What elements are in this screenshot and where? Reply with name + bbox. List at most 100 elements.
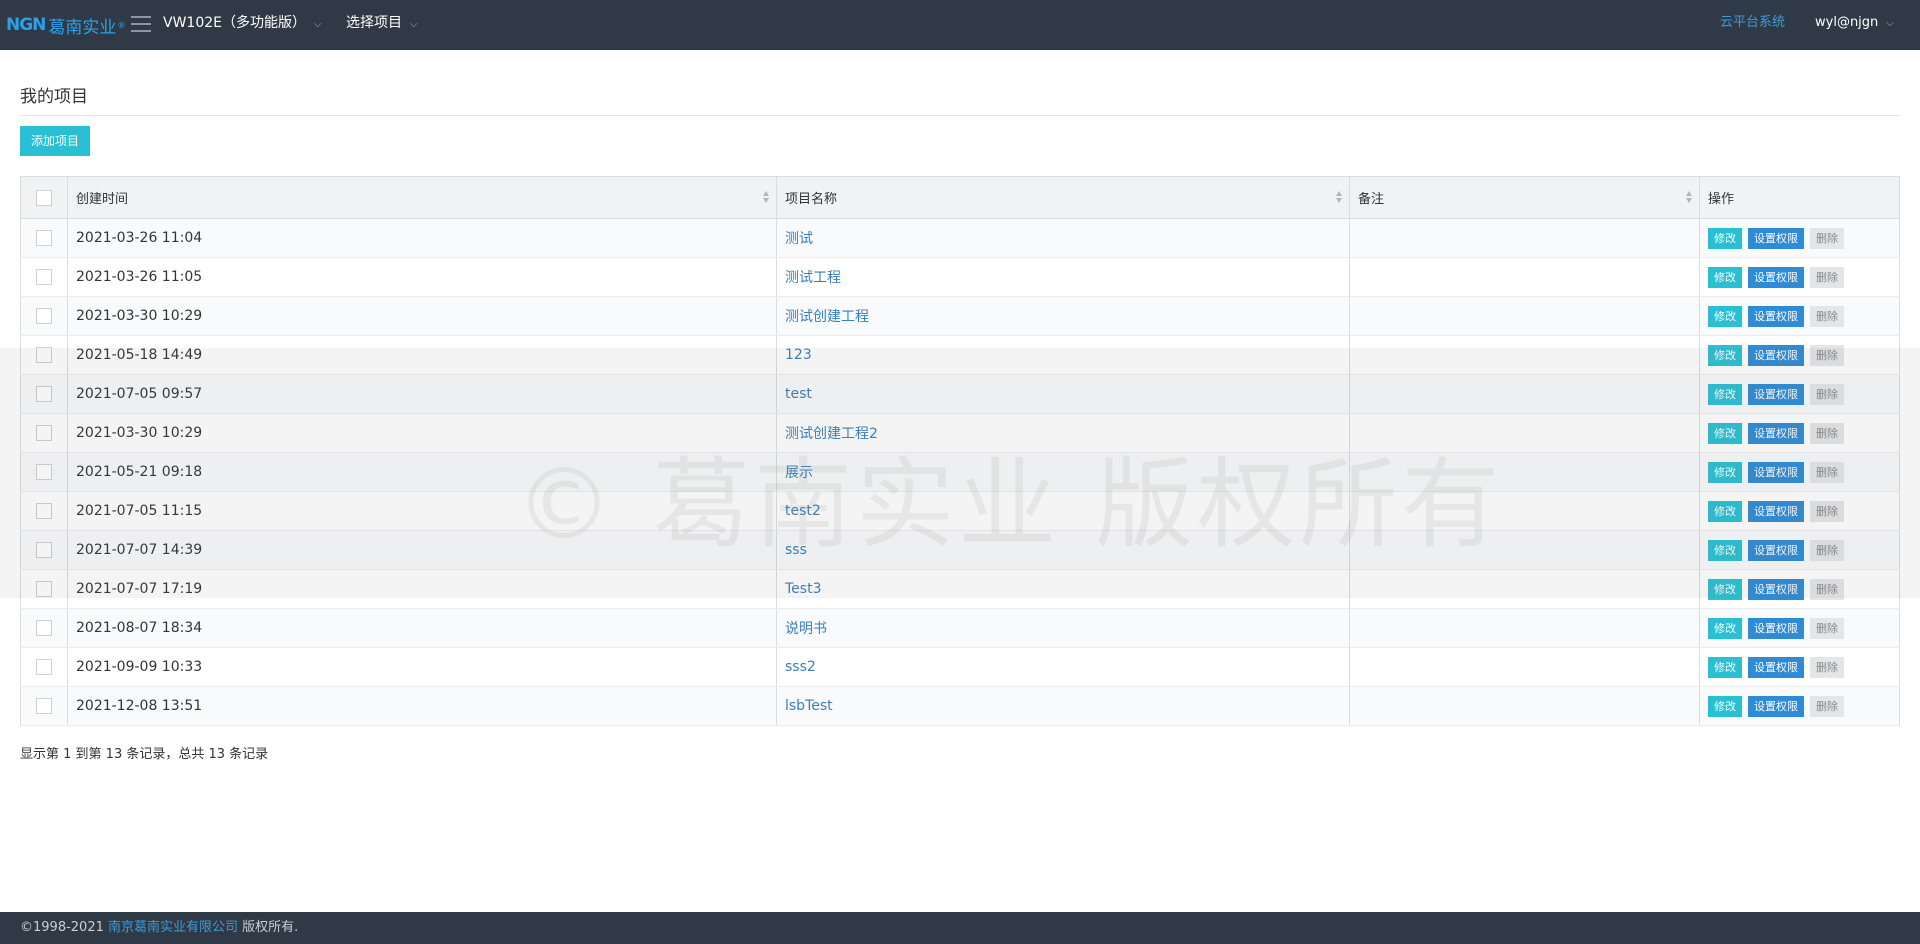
device-label: VW102E（多功能版） bbox=[163, 15, 306, 31]
project-name-link[interactable]: 展示 bbox=[785, 465, 813, 481]
delete-button[interactable]: 删除 bbox=[1810, 344, 1844, 366]
delete-button[interactable]: 删除 bbox=[1810, 695, 1844, 717]
cell-created-time: 2021-08-07 18:34 bbox=[67, 608, 777, 648]
chevron-down-icon: ⌵ bbox=[1886, 18, 1894, 29]
set-permissions-button[interactable]: 设置权限 bbox=[1748, 344, 1804, 366]
edit-button[interactable]: 修改 bbox=[1708, 656, 1742, 678]
cloud-platform-link[interactable]: 云平台系统 bbox=[1720, 0, 1785, 50]
row-checkbox[interactable] bbox=[36, 698, 52, 714]
sort-icon[interactable] bbox=[763, 190, 770, 204]
brand-logo[interactable]: NGN 葛南实业 ® bbox=[6, 14, 125, 38]
row-checkbox[interactable] bbox=[36, 230, 52, 246]
delete-button[interactable]: 删除 bbox=[1810, 617, 1844, 639]
edit-button[interactable]: 修改 bbox=[1708, 344, 1742, 366]
cell-note bbox=[1349, 335, 1700, 375]
edit-button[interactable]: 修改 bbox=[1708, 461, 1742, 483]
row-checkbox[interactable] bbox=[36, 308, 52, 324]
set-permissions-button[interactable]: 设置权限 bbox=[1748, 500, 1804, 522]
cell-project-name: 展示 bbox=[776, 452, 1350, 492]
row-check-cell bbox=[20, 335, 68, 375]
edit-button[interactable]: 修改 bbox=[1708, 539, 1742, 561]
row-checkbox[interactable] bbox=[36, 425, 52, 441]
edit-button[interactable]: 修改 bbox=[1708, 305, 1742, 327]
row-checkbox[interactable] bbox=[36, 620, 52, 636]
footer-company-link[interactable]: 南京葛南实业有限公司 bbox=[108, 920, 238, 935]
set-permissions-button[interactable]: 设置权限 bbox=[1748, 617, 1804, 639]
cell-note bbox=[1349, 608, 1700, 648]
project-name-link[interactable]: test bbox=[785, 386, 812, 402]
row-checkbox[interactable] bbox=[36, 503, 52, 519]
cell-actions: 修改 设置权限 删除 bbox=[1699, 530, 1900, 570]
cell-note bbox=[1349, 296, 1700, 336]
edit-button[interactable]: 修改 bbox=[1708, 500, 1742, 522]
set-permissions-button[interactable]: 设置权限 bbox=[1748, 305, 1804, 327]
set-permissions-button[interactable]: 设置权限 bbox=[1748, 266, 1804, 288]
project-name-link[interactable]: 123 bbox=[785, 347, 812, 363]
user-menu[interactable]: wyl@njgn ⌵ bbox=[1815, 0, 1894, 50]
project-name-link[interactable]: test2 bbox=[785, 503, 821, 519]
column-header-created-time[interactable]: 创建时间 bbox=[67, 176, 777, 219]
row-checkbox[interactable] bbox=[36, 347, 52, 363]
device-dropdown[interactable]: VW102E（多功能版） ⌵ bbox=[163, 0, 322, 50]
cell-note bbox=[1349, 374, 1700, 414]
select-all-checkbox[interactable] bbox=[36, 189, 52, 206]
delete-button[interactable]: 删除 bbox=[1810, 266, 1844, 288]
delete-button[interactable]: 删除 bbox=[1810, 500, 1844, 522]
delete-button[interactable]: 删除 bbox=[1810, 461, 1844, 483]
edit-button[interactable]: 修改 bbox=[1708, 578, 1742, 600]
footer-rights: 版权所有. bbox=[238, 920, 299, 935]
title-divider bbox=[20, 115, 1900, 116]
edit-button[interactable]: 修改 bbox=[1708, 383, 1742, 405]
project-name-link[interactable]: sss2 bbox=[785, 659, 816, 675]
table-row: 2021-05-18 14:49 123 修改 设置权限 删除 bbox=[20, 335, 1900, 375]
sort-icon[interactable] bbox=[1686, 190, 1693, 204]
project-name-link[interactable]: 测试 bbox=[785, 231, 813, 247]
delete-button[interactable]: 删除 bbox=[1810, 383, 1844, 405]
row-checkbox[interactable] bbox=[36, 386, 52, 402]
edit-button[interactable]: 修改 bbox=[1708, 617, 1742, 639]
delete-button[interactable]: 删除 bbox=[1810, 539, 1844, 561]
delete-button[interactable]: 删除 bbox=[1810, 305, 1844, 327]
hamburger-menu-icon[interactable] bbox=[131, 16, 151, 32]
row-checkbox[interactable] bbox=[36, 581, 52, 597]
delete-button[interactable]: 删除 bbox=[1810, 227, 1844, 249]
project-select-dropdown[interactable]: 选择项目 ⌵ bbox=[346, 0, 418, 50]
row-checkbox[interactable] bbox=[36, 542, 52, 558]
edit-button[interactable]: 修改 bbox=[1708, 227, 1742, 249]
table-header-row: 创建时间 项目名称 备注 操作 bbox=[20, 176, 1900, 219]
project-name-link[interactable]: lsbTest bbox=[785, 698, 833, 714]
delete-button[interactable]: 删除 bbox=[1810, 422, 1844, 444]
table-row: 2021-07-05 09:57 test 修改 设置权限 删除 bbox=[20, 374, 1900, 414]
add-project-button[interactable]: 添加项目 bbox=[20, 126, 90, 156]
row-checkbox[interactable] bbox=[36, 269, 52, 285]
set-permissions-button[interactable]: 设置权限 bbox=[1748, 383, 1804, 405]
set-permissions-button[interactable]: 设置权限 bbox=[1748, 695, 1804, 717]
row-checkbox[interactable] bbox=[36, 659, 52, 675]
chevron-down-icon: ⌵ bbox=[314, 19, 322, 30]
project-name-link[interactable]: 测试创建工程 bbox=[785, 309, 869, 325]
edit-button[interactable]: 修改 bbox=[1708, 266, 1742, 288]
edit-button[interactable]: 修改 bbox=[1708, 695, 1742, 717]
column-header-note[interactable]: 备注 bbox=[1349, 176, 1700, 219]
table-row: 2021-08-07 18:34 说明书 修改 设置权限 删除 bbox=[20, 608, 1900, 648]
column-label: 备注 bbox=[1358, 192, 1385, 207]
set-permissions-button[interactable]: 设置权限 bbox=[1748, 578, 1804, 600]
project-name-link[interactable]: Test3 bbox=[785, 581, 821, 597]
row-checkbox[interactable] bbox=[36, 464, 52, 480]
sort-icon[interactable] bbox=[1336, 190, 1343, 204]
project-name-link[interactable]: 说明书 bbox=[785, 621, 827, 637]
project-name-link[interactable]: 测试创建工程2 bbox=[785, 426, 878, 442]
set-permissions-button[interactable]: 设置权限 bbox=[1748, 539, 1804, 561]
set-permissions-button[interactable]: 设置权限 bbox=[1748, 227, 1804, 249]
delete-button[interactable]: 删除 bbox=[1810, 656, 1844, 678]
edit-button[interactable]: 修改 bbox=[1708, 422, 1742, 444]
set-permissions-button[interactable]: 设置权限 bbox=[1748, 461, 1804, 483]
project-table: 创建时间 项目名称 备注 操作 2021-03-26 11:04 测试 修改 设置权限… bbox=[20, 176, 1900, 726]
set-permissions-button[interactable]: 设置权限 bbox=[1748, 422, 1804, 444]
project-name-link[interactable]: 测试工程 bbox=[785, 270, 841, 286]
table-body: 2021-03-26 11:04 测试 修改 设置权限 删除 2021-03-26 11:… bbox=[20, 218, 1900, 726]
delete-button[interactable]: 删除 bbox=[1810, 578, 1844, 600]
project-name-link[interactable]: sss bbox=[785, 542, 807, 558]
set-permissions-button[interactable]: 设置权限 bbox=[1748, 656, 1804, 678]
column-header-project-name[interactable]: 项目名称 bbox=[776, 176, 1350, 219]
